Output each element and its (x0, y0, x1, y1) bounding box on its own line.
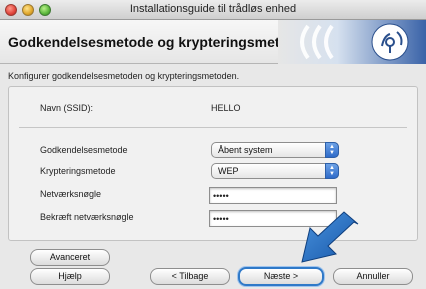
pointer-arrow-icon (301, 211, 359, 263)
